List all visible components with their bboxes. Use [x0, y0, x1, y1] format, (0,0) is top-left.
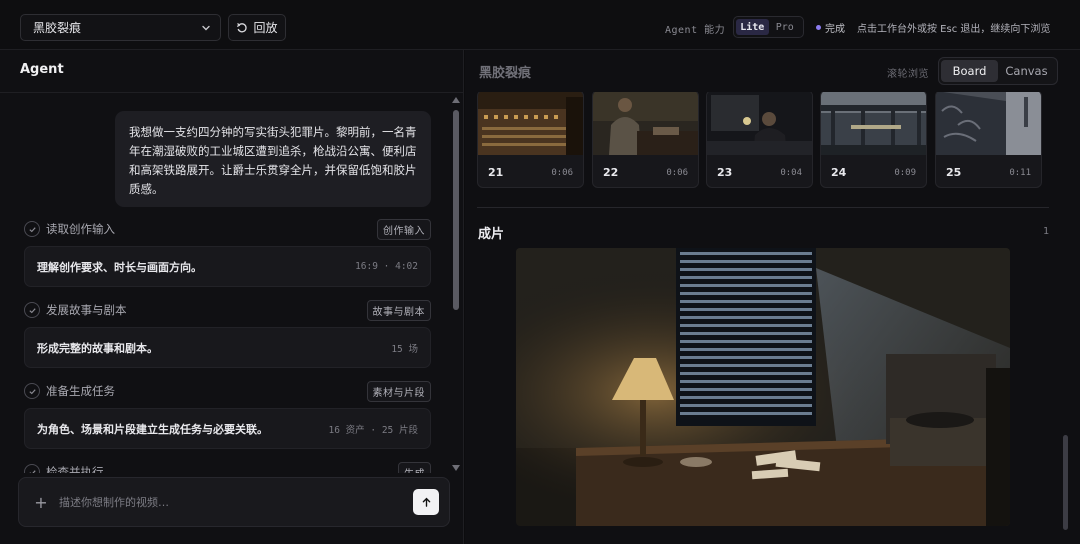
shot-card[interactable]: 25 0:11	[935, 92, 1042, 188]
mode-lite[interactable]: Lite	[736, 19, 769, 35]
man-at-desk-thumbnail	[593, 92, 698, 155]
workspace-title: 黑胶裂痕	[479, 66, 532, 81]
status-text: 完成	[825, 24, 845, 35]
chat-area: 我想做一支约四分钟的写实街头犯罪片。黎明前，一名青年在潮湿破败的工业城区遭到追杀…	[0, 93, 448, 473]
shot-duration: 0:04	[780, 168, 802, 178]
final-cut-video-frame[interactable]	[516, 248, 1010, 526]
scroll-down-icon[interactable]	[452, 465, 460, 471]
status-indicator: 完成	[816, 20, 845, 35]
view-canvas-button[interactable]: Canvas	[998, 60, 1055, 82]
top-bar: 黑胶裂痕 回放 Agent 能力 Lite Pro 完成 点击工作台外或按 Es…	[0, 0, 1080, 50]
step-card[interactable]: 形成完整的故事和剧本。 15 场	[24, 327, 431, 368]
shot-number: 21	[488, 166, 504, 179]
shot-duration: 0:09	[894, 168, 916, 178]
send-button[interactable]	[413, 489, 439, 515]
user-message: 我想做一支约四分钟的写实街头犯罪片。黎明前，一名青年在潮湿破败的工业城区遭到追杀…	[115, 111, 431, 207]
step-card[interactable]: 理解创作要求、时长与画面方向。 16:9 · 4:02	[24, 246, 431, 287]
step-tag[interactable]: 创作输入	[377, 218, 431, 240]
final-cut-count: 1	[1043, 226, 1050, 237]
status-dot-icon	[816, 25, 821, 30]
shot-number: 23	[717, 166, 733, 179]
scroll-thumb[interactable]	[453, 110, 459, 310]
elevated-rail-thumbnail	[821, 92, 926, 155]
step-title: 准备生成任务	[46, 384, 115, 398]
divider	[477, 207, 1049, 208]
shot-duration: 0:06	[551, 168, 573, 178]
shot-duration: 0:11	[1009, 168, 1031, 178]
step-card[interactable]: 为角色、场景和片段建立生成任务与必要关联。 16 资产 · 25 片段	[24, 408, 431, 449]
plus-icon[interactable]: +	[29, 493, 53, 512]
shot-card[interactable]: 22 0:06	[592, 92, 699, 188]
view-toggle: Board Canvas	[938, 57, 1058, 85]
replay-icon	[237, 22, 248, 32]
step-meta: 16:9 · 4:02	[355, 261, 418, 272]
mixing-console-thumbnail	[478, 92, 583, 155]
step-header: 发展故事与剧本 故事与剧本	[24, 299, 431, 321]
chat-scrollbar[interactable]	[448, 93, 464, 473]
shot-card[interactable]: 23 0:04	[706, 92, 813, 188]
shot-duration: 0:06	[666, 168, 688, 178]
view-board-button[interactable]: Board	[941, 60, 998, 82]
step-header: 准备生成任务 素材与片段	[24, 380, 431, 402]
step-meta: 15 场	[391, 343, 418, 355]
replay-label: 回放	[253, 21, 278, 35]
scroll-up-icon[interactable]	[452, 97, 460, 103]
composer: +	[18, 477, 450, 527]
step-description: 为角色、场景和片段建立生成任务与必要关联。	[37, 422, 268, 436]
project-select-label: 黑胶裂痕	[33, 21, 82, 35]
check-icon	[24, 464, 40, 473]
check-icon	[24, 302, 40, 318]
final-cut-title: 成片	[478, 227, 505, 242]
agent-panel: Agent 我想做一支约四分钟的写实街头犯罪片。黎明前，一名青年在潮湿破败的工业…	[0, 50, 464, 544]
shot-card[interactable]: 21 0:06	[477, 92, 584, 188]
shot-number: 25	[946, 166, 962, 179]
step-title: 发展故事与剧本	[46, 303, 127, 317]
man-dark-room-thumbnail	[707, 92, 812, 155]
step-description: 理解创作要求、时长与画面方向。	[37, 260, 202, 274]
project-select[interactable]: 黑胶裂痕	[20, 14, 221, 41]
shot-card[interactable]: 24 0:09	[820, 92, 927, 188]
check-icon	[24, 221, 40, 237]
step-title: 读取创作输入	[46, 222, 115, 236]
chevron-down-icon	[202, 25, 210, 30]
step-header: 检查并执行 生成	[24, 461, 431, 473]
agent-panel-title: Agent	[20, 62, 64, 77]
mode-toggle: Lite Pro	[733, 16, 804, 38]
step-tag[interactable]: 生成	[398, 461, 431, 473]
mode-pro[interactable]: Pro	[769, 19, 802, 35]
arrow-up-icon	[422, 497, 430, 507]
shot-number: 24	[831, 166, 847, 179]
workspace-scroll-thumb[interactable]	[1063, 435, 1068, 530]
agent-capability-label: Agent 能力	[665, 25, 726, 36]
step-title: 检查并执行	[46, 465, 104, 473]
replay-button[interactable]: 回放	[228, 14, 286, 41]
step-description: 形成完整的故事和剧本。	[37, 341, 158, 355]
check-icon	[24, 383, 40, 399]
shot-strip: 21 0:06 22 0:06 23 0:04 24 0:09 25 0:11	[465, 92, 1080, 192]
prompt-input[interactable]	[53, 495, 413, 509]
graffiti-alley-thumbnail	[936, 92, 1041, 155]
scroll-browse-label: 滚轮浏览	[887, 69, 929, 80]
step-header: 读取创作输入 创作输入	[24, 218, 431, 240]
workspace-panel: 黑胶裂痕 滚轮浏览 Board Canvas 21 0:06 22 0:06 2…	[465, 50, 1080, 544]
step-tag[interactable]: 素材与片段	[366, 380, 431, 402]
exit-hint: 点击工作台外或按 Esc 退出，继续向下浏览	[857, 24, 1051, 35]
step-meta: 16 资产 · 25 片段	[328, 424, 418, 436]
shot-number: 22	[603, 166, 619, 179]
step-tag[interactable]: 故事与剧本	[366, 299, 431, 321]
